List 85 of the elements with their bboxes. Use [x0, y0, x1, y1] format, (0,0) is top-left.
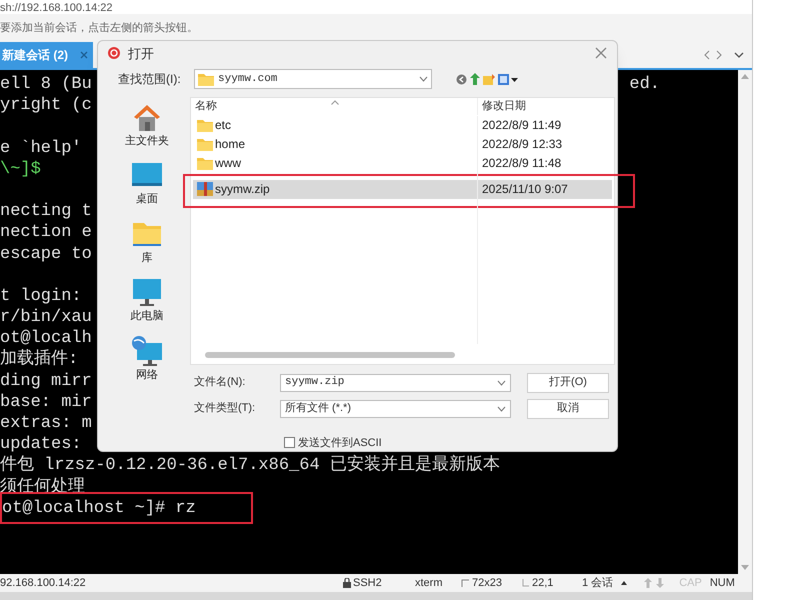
file-name-label: 文件名(N):: [194, 374, 246, 390]
file-modified: 2025/11/10 9:07: [482, 181, 568, 198]
terminal-line: \~]$: [0, 158, 41, 180]
open-button[interactable]: 打开(O): [527, 372, 609, 392]
snail-logo-icon: [106, 46, 122, 60]
folder-icon: [197, 118, 213, 132]
file-name: etc: [215, 117, 232, 134]
column-header[interactable]: 名称: [191, 98, 331, 115]
file-name: syymw.zip: [215, 181, 270, 198]
file-name: www: [215, 155, 241, 172]
ascii-checkbox[interactable]: [284, 437, 295, 448]
file-name: home: [215, 136, 246, 153]
terminal-line: e `help': [0, 138, 82, 159]
file-type-dropdown[interactable]: 所有文件 (*.*): [280, 400, 511, 418]
file-row[interactable]: www 2022/8/9 11:48: [193, 154, 612, 172]
place-item[interactable]: 库: [131, 218, 163, 266]
resize-icon: [461, 579, 469, 587]
network-icon: [131, 334, 163, 366]
address-bar[interactable]: sh://192.168.100.14:22: [0, 0, 752, 14]
archive-icon: [197, 181, 213, 197]
look-in-label: 查找范围(I):: [118, 71, 182, 88]
new-folder-icon[interactable]: [483, 74, 495, 85]
status-cursor: 22,1: [532, 576, 554, 591]
chevron-down-icon: [497, 380, 506, 386]
column-header[interactable]: 修改日期: [477, 98, 526, 115]
status-sessions: 1 会话: [582, 576, 614, 591]
chevron-right-icon[interactable]: [716, 50, 722, 60]
terminal-line: yright (c: [0, 95, 92, 116]
chevron-down-icon: [419, 76, 428, 82]
place-item[interactable]: 此电脑: [130, 276, 164, 324]
file-modified: 2022/8/9 12:33: [482, 136, 562, 153]
up-down-arrows-icon: [643, 578, 666, 588]
place-item[interactable]: 网络: [131, 334, 163, 383]
cursor-position-icon: [522, 579, 529, 587]
file-row[interactable]: home 2022/8/9 12:33: [193, 134, 612, 154]
view-menu-icon[interactable]: [498, 74, 518, 85]
place-item[interactable]: 主文件夹: [125, 100, 169, 149]
chevron-down-icon: [497, 406, 506, 412]
terminal-line: ed.: [629, 74, 660, 96]
scroll-up-icon[interactable]: [741, 74, 749, 79]
terminal-line: t login:: [0, 286, 82, 308]
terminal-line: r/bin/xau: [0, 307, 92, 328]
terminal-line: ot@localh: [0, 328, 92, 349]
look-in-dropdown[interactable]: syymw.com: [194, 69, 432, 90]
terminal-line: 加载插件:: [0, 349, 78, 371]
caret-up-icon[interactable]: [621, 581, 628, 585]
folder-icon: [198, 72, 214, 86]
terminal-line: extras: m: [0, 413, 92, 434]
file-modified: 2022/8/9 11:49: [482, 117, 562, 134]
status-terminal-type: xterm: [415, 576, 444, 591]
terminal-line: ding mirr: [0, 370, 92, 392]
close-icon: [595, 47, 607, 60]
terminal-line: necting t: [0, 201, 92, 222]
file-row[interactable]: syymw.zip 2025/11/10 9:07: [193, 180, 612, 198]
terminal-line: nection e: [0, 222, 92, 244]
terminal-line: base: mir: [0, 392, 92, 413]
ascii-label: 发送文件到ASCII: [298, 436, 382, 450]
lock-icon: [343, 578, 351, 588]
terminal-line: updates:: [0, 434, 82, 455]
status-address: 92.168.100.14:22: [0, 576, 87, 591]
dialog-title: 打开: [128, 44, 154, 63]
monitor-icon: [131, 276, 163, 308]
file-type-label: 文件类型(T):: [194, 400, 256, 416]
scrollbar-thumb[interactable]: [205, 352, 455, 358]
cancel-button[interactable]: 取消: [527, 398, 609, 418]
file-name-field[interactable]: syymw.zip: [280, 374, 511, 392]
sort-caret-icon: [331, 100, 339, 105]
status-protocol: SSH2: [353, 576, 383, 591]
place-item[interactable]: 桌面: [131, 159, 163, 208]
status-size: 72x23: [472, 576, 503, 591]
terminal-line: escape to: [0, 244, 92, 265]
terminal-line: ell 8 (Bu: [0, 74, 92, 96]
terminal-line: 件包 lrzsz-0.12.20-36.el7.x86_64 已安装并且是最新版本: [0, 455, 500, 477]
close-icon[interactable]: [80, 51, 88, 59]
chevron-down-icon[interactable]: [734, 52, 744, 58]
up-arrow-icon[interactable]: [470, 73, 480, 86]
hint-text: 要添加当前会话，点击左侧的箭头按钮。: [0, 20, 199, 36]
folder-icon: [197, 156, 213, 170]
scroll-down-icon[interactable]: [741, 565, 749, 570]
chevron-left-icon[interactable]: [704, 50, 710, 60]
file-modified: 2022/8/9 11:48: [482, 155, 562, 172]
key-indicator: NUM: [710, 576, 735, 591]
folder-icon: [197, 137, 213, 151]
file-row[interactable]: etc 2022/8/9 11:49: [193, 116, 612, 134]
back-icon[interactable]: [456, 74, 467, 85]
